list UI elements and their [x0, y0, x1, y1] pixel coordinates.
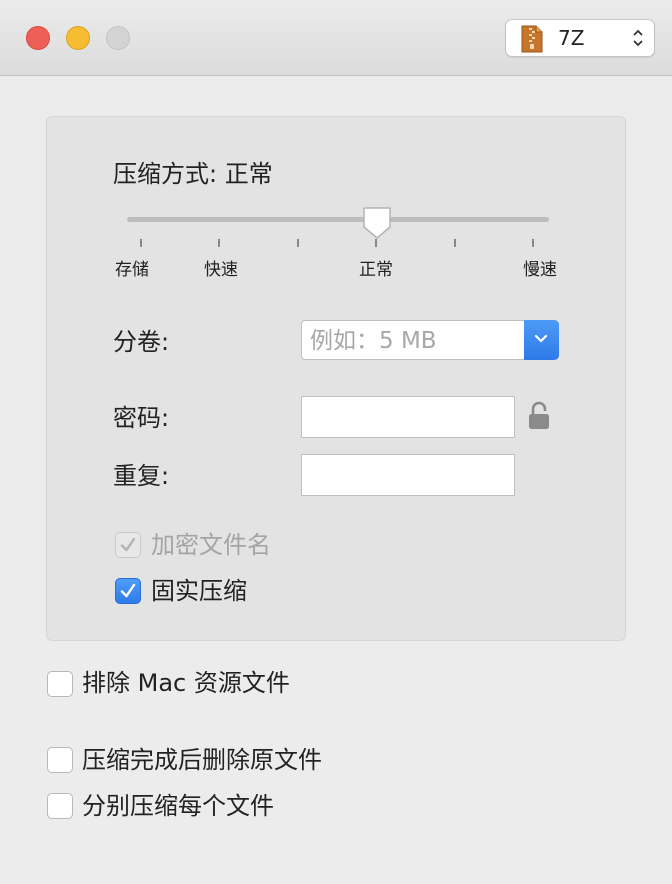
compression-settings-group: 压缩方式: 正常 存储 快速 正常 慢速 分卷: 例如：5 MB 密码: 重复:…	[46, 116, 626, 641]
repeat-password-field[interactable]	[301, 454, 515, 496]
format-value: 7Z	[558, 26, 585, 50]
compression-window: 7Z 压缩方式: 正常 存储 快速 正常 慢速 分卷: 例如：5 MB 密码: …	[0, 0, 672, 884]
zoom-button[interactable]	[106, 26, 130, 50]
compression-level-slider-track[interactable]	[127, 217, 549, 222]
compression-method-label: 压缩方式: 正常	[113, 159, 273, 189]
solid-compression-checkbox[interactable]	[115, 578, 141, 604]
method-value-text: 正常	[224, 160, 273, 188]
slider-tick	[454, 239, 456, 247]
title-bar: 7Z	[0, 0, 672, 76]
compression-level-slider-knob[interactable]	[361, 205, 393, 241]
slider-tick	[140, 239, 142, 247]
level-label-store: 存储	[115, 260, 149, 280]
lock-icon[interactable]	[528, 401, 550, 431]
method-label-text: 压缩方式:	[113, 160, 218, 188]
level-label-normal: 正常	[359, 260, 393, 280]
archive-zip-icon	[521, 25, 543, 53]
split-volume-placeholder: 例如：5 MB	[310, 328, 437, 354]
encrypt-filenames-checkbox[interactable]	[115, 532, 141, 558]
compress-separately-checkbox[interactable]	[47, 793, 73, 819]
encrypt-filenames-label: 加密文件名	[151, 531, 271, 559]
checkmark-icon	[120, 583, 136, 598]
exclude-mac-resource-label: 排除 Mac 资源文件	[82, 669, 290, 697]
slider-tick	[218, 239, 220, 247]
split-volume-combo[interactable]: 例如：5 MB	[301, 320, 559, 360]
split-volume-label: 分卷:	[113, 328, 170, 356]
password-label: 密码:	[113, 404, 170, 432]
delete-after-compress-label: 压缩完成后删除原文件	[82, 746, 322, 774]
delete-after-compress-checkbox[interactable]	[47, 747, 73, 773]
slider-tick	[297, 239, 299, 247]
slider-tick	[532, 239, 534, 247]
level-label-fast: 快速	[204, 260, 238, 280]
split-volume-dropdown-button[interactable]	[524, 320, 559, 360]
level-label-slow: 慢速	[523, 260, 557, 280]
password-field[interactable]	[301, 396, 515, 438]
exclude-mac-resource-checkbox[interactable]	[47, 671, 73, 697]
slider-tick	[375, 239, 377, 247]
format-select[interactable]: 7Z	[505, 19, 655, 57]
solid-compression-label: 固实压缩	[151, 577, 247, 605]
checkmark-icon	[120, 537, 136, 552]
compress-separately-label: 分别压缩每个文件	[82, 792, 274, 820]
minimize-button[interactable]	[66, 26, 90, 50]
repeat-password-label: 重复:	[113, 462, 170, 490]
close-button[interactable]	[26, 26, 50, 50]
chevron-down-icon	[534, 334, 548, 343]
up-down-chevron-icon	[633, 29, 643, 47]
